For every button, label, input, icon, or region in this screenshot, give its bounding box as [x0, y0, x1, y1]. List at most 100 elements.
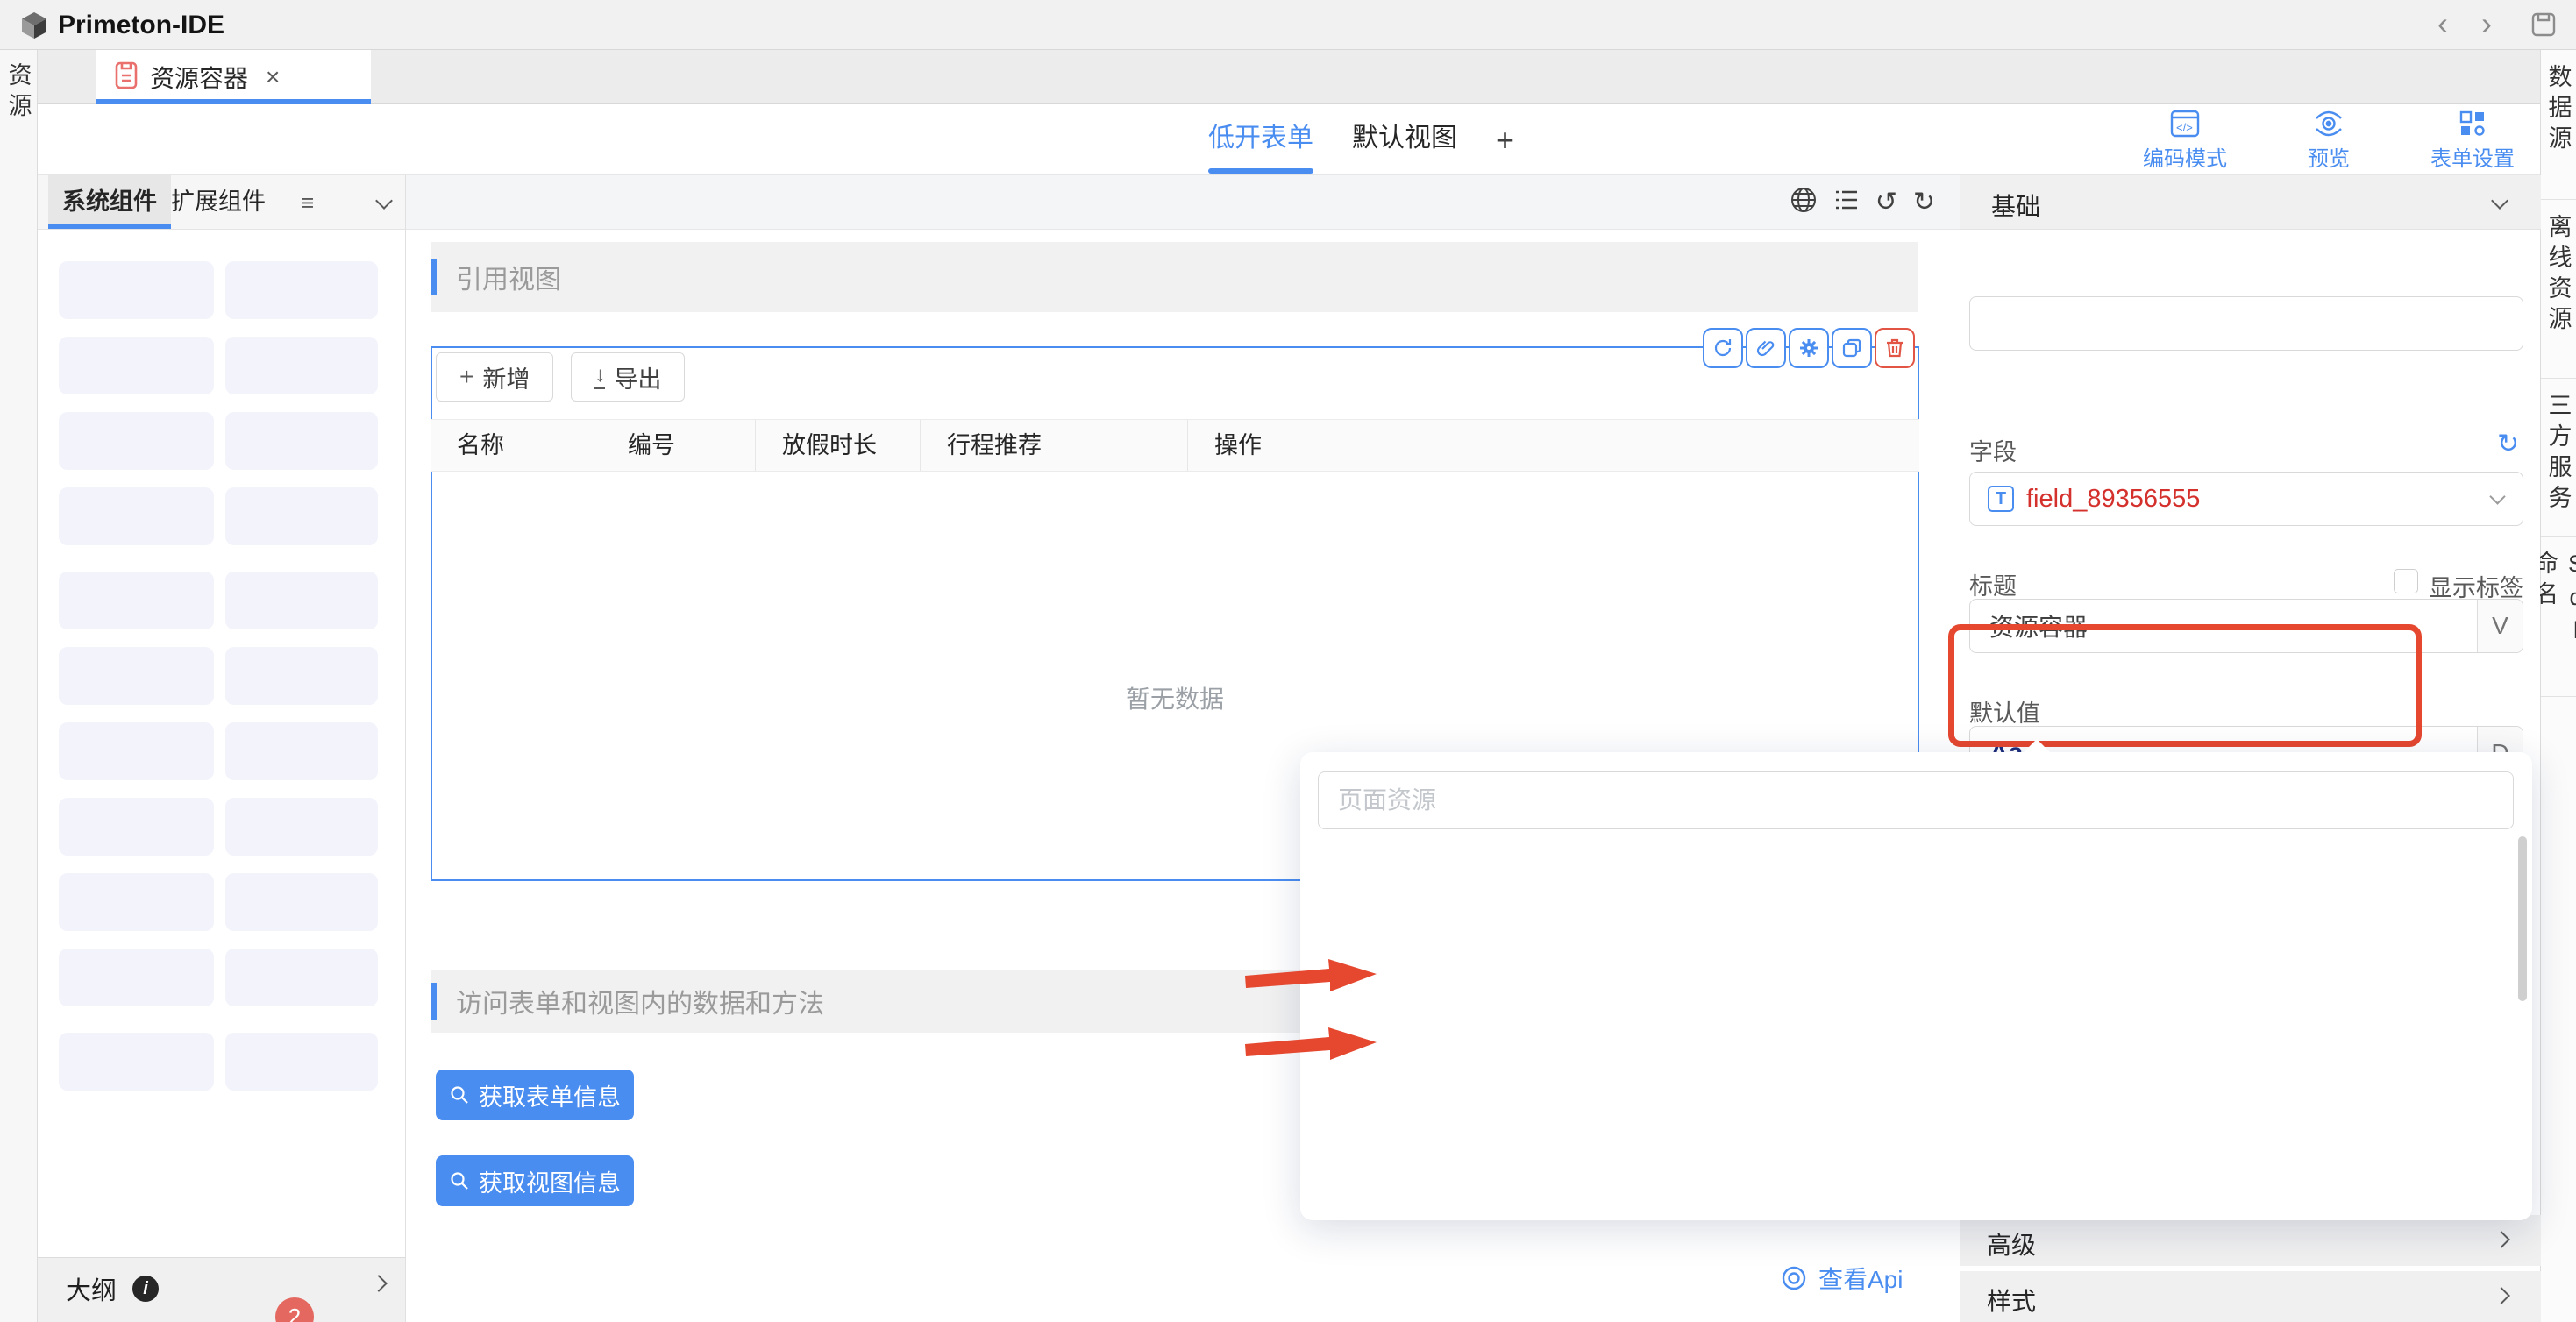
globe-icon[interactable]	[1790, 186, 1818, 218]
dropdown-scrollbar[interactable]	[2518, 836, 2527, 1001]
form-settings-button[interactable]: 表单设置	[2421, 110, 2524, 172]
palette-menu-icon[interactable]: ≡	[301, 189, 314, 217]
widget-settings-button[interactable]	[1789, 328, 1829, 368]
inspector-section-basic[interactable]: 基础	[1960, 175, 2541, 230]
section-accent	[431, 983, 437, 1020]
preview-button[interactable]: 预览	[2277, 110, 2380, 172]
get-view-info-button[interactable]: 获取视图信息	[436, 1155, 634, 1206]
widget-toolbar	[1703, 328, 1915, 368]
tab-system-components[interactable]: 系统组件	[48, 175, 171, 229]
table-column-header[interactable]: 操作	[1188, 420, 1919, 471]
outline-bar[interactable]: 大纲 i	[38, 1257, 406, 1322]
palette-component[interactable]	[225, 487, 378, 545]
resource-tree-row[interactable]	[1300, 836, 2515, 897]
palette-component[interactable]	[59, 412, 214, 470]
resource-tree-row[interactable]	[1300, 1078, 2515, 1139]
right-rail: 数据源 离线资源 三方服务 命名Sql	[2540, 50, 2576, 1322]
palette-component[interactable]	[59, 261, 214, 319]
close-icon[interactable]: ×	[266, 63, 280, 91]
palette-component[interactable]	[59, 722, 214, 780]
variable-suffix-button[interactable]: V	[2477, 600, 2523, 652]
palette-section	[59, 261, 405, 545]
resource-tree-row[interactable]	[1300, 897, 2515, 957]
resource-tree-row[interactable]	[1300, 1139, 2515, 1199]
table-column-header[interactable]: 放假时长	[756, 420, 921, 471]
form-settings-icon	[2459, 110, 2487, 138]
table-column-header[interactable]: 名称	[431, 420, 601, 471]
add-row-button[interactable]: +新增	[436, 352, 553, 402]
palette-component[interactable]	[225, 261, 378, 319]
save-icon[interactable]	[2530, 11, 2557, 42]
palette-component[interactable]	[59, 647, 214, 705]
title-input[interactable]: 资源容器 V	[1969, 599, 2523, 653]
plus-icon: +	[459, 363, 473, 391]
redo-icon[interactable]: ↻	[1913, 187, 1935, 218]
right-rail-tab[interactable]: 命名Sql	[2541, 537, 2576, 697]
doc-tab-label: 资源容器	[150, 60, 248, 95]
show-label-checkbox[interactable]	[2394, 569, 2418, 593]
field-select[interactable]	[1969, 296, 2523, 351]
palette-component[interactable]	[225, 873, 378, 931]
widget-delete-button[interactable]	[1875, 328, 1915, 368]
search-icon	[449, 1170, 470, 1191]
palette-component[interactable]	[225, 722, 378, 780]
doc-tab-resource-container[interactable]: 资源容器 ×	[96, 50, 371, 104]
palette-component[interactable]	[225, 647, 378, 705]
outline-list-icon[interactable]	[1833, 187, 1860, 217]
canvas-toolbar: ↺ ↻	[406, 175, 1960, 230]
section-accent	[431, 259, 437, 295]
view-api-link[interactable]: 查看Api	[1780, 1261, 1903, 1296]
palette-collapse-icon[interactable]	[378, 195, 390, 211]
palette-component[interactable]	[59, 337, 214, 394]
palette-section	[59, 1033, 405, 1091]
palette-component[interactable]	[225, 412, 378, 470]
export-button[interactable]: ↓导出	[571, 352, 685, 402]
info-icon: i	[132, 1276, 159, 1302]
palette-component[interactable]	[59, 798, 214, 856]
right-rail-tab[interactable]: 数据源	[2541, 50, 2576, 200]
field-select[interactable]: T field_89356555	[1969, 472, 2523, 526]
palette-component[interactable]	[225, 337, 378, 394]
resource-search-input[interactable]	[1318, 771, 2514, 829]
refresh-icon[interactable]: ↻	[2497, 431, 2519, 458]
view-tabs-row: 低开表单 默认视图 + </> 编码模式 预览 表单设置	[38, 104, 2540, 175]
resource-tree-row[interactable]	[1300, 1018, 2515, 1078]
get-form-info-button[interactable]: 获取表单信息	[436, 1070, 634, 1120]
palette-component[interactable]	[225, 572, 378, 629]
add-view-icon[interactable]: +	[1496, 122, 1514, 159]
outline-expand-icon[interactable]	[373, 1277, 385, 1294]
table-column-header[interactable]: 行程推荐	[921, 420, 1188, 471]
chevron-right-icon	[2493, 1287, 2510, 1304]
rail-tab-resources[interactable]: 资源	[2, 62, 36, 124]
palette-component[interactable]	[59, 949, 214, 1006]
palette-component[interactable]	[225, 798, 378, 856]
widget-copy-button[interactable]	[1832, 328, 1872, 368]
resource-tree-row[interactable]	[1300, 957, 2515, 1018]
widget-link-button[interactable]	[1746, 328, 1786, 368]
tab-extended-components[interactable]: 扩展组件	[157, 175, 280, 229]
resource-tree	[1300, 836, 2515, 1199]
code-mode-button[interactable]: </> 编码模式	[2133, 110, 2237, 172]
tab-default-view[interactable]: 默认视图	[1352, 104, 1457, 175]
palette-component[interactable]	[59, 487, 214, 545]
palette-component[interactable]	[225, 1033, 378, 1091]
table-column-header[interactable]: 编号	[601, 420, 756, 471]
field-label: 字段	[1969, 433, 2017, 467]
palette-component[interactable]	[59, 1033, 214, 1091]
palette-component[interactable]	[59, 873, 214, 931]
table-header-row: 名称 编号 放假时长 行程推荐 操作	[431, 419, 1919, 472]
app-logo-icon	[19, 11, 49, 45]
right-rail-tab[interactable]: 离线资源	[2541, 200, 2576, 379]
palette-component[interactable]	[225, 949, 378, 1006]
title-bar: Primeton-IDE ‹ ›	[0, 0, 2576, 50]
undo-icon[interactable]: ↺	[1875, 187, 1897, 218]
nav-forward-icon[interactable]: ›	[2481, 5, 2492, 42]
inspector-section-advanced[interactable]: 高级	[1960, 1215, 2541, 1266]
right-rail-tab[interactable]: 三方服务	[2541, 379, 2576, 537]
palette-component[interactable]	[59, 572, 214, 629]
tab-low-code-form[interactable]: 低开表单	[1208, 104, 1313, 175]
nav-back-icon[interactable]: ‹	[2437, 5, 2448, 42]
inspector-section-style[interactable]: 样式	[1960, 1271, 2541, 1322]
widget-refresh-button[interactable]	[1703, 328, 1743, 368]
primeton-ide-window: Primeton-IDE ‹ › 资源 数据源 离线资源 三方服务 命名Sql …	[0, 0, 2576, 1322]
